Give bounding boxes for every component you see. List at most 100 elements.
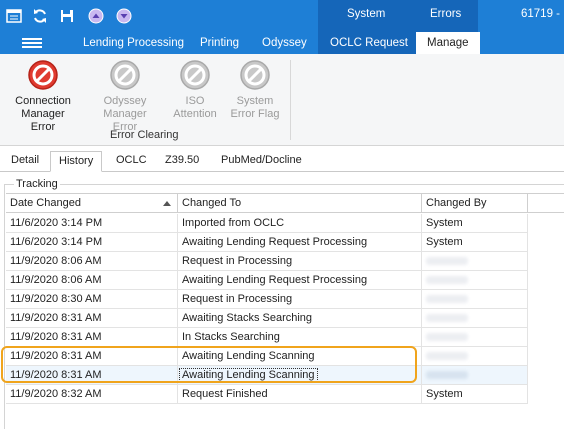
cancel-circle-icon: [109, 59, 141, 91]
cell-changed-to-text: Imported from OCLC: [182, 217, 285, 229]
cell-changed-to: Request in Processing: [178, 290, 422, 308]
tab-oclc-request[interactable]: OCLC Request: [330, 32, 408, 54]
table-row[interactable]: 11/9/2020 8:31 AM Awaiting Lending Scanni…: [6, 347, 528, 366]
cell-date-changed: 11/9/2020 8:31 AM: [6, 347, 178, 365]
ribbon-group-label: Error Clearing: [110, 129, 179, 141]
redacted-username: [426, 371, 468, 379]
button-label-line2: Error Flag: [230, 108, 280, 120]
detail-tabs: Detail History OCLC Z39.50 PubMed/Doclin…: [0, 148, 564, 172]
cell-date-changed: 11/9/2020 8:31 AM: [6, 366, 178, 384]
ribbon-tab-row: Lending Processing Printing Odyssey OCLC…: [0, 32, 564, 54]
cell-changed-to: Request in Processing: [178, 252, 422, 270]
cell-date-changed: 11/6/2020 3:14 PM: [6, 214, 178, 232]
cell-changed-by: System: [422, 214, 528, 232]
group-border: [4, 184, 564, 185]
tab-detail[interactable]: Detail: [3, 151, 47, 172]
cell-date-changed: 11/9/2020 8:06 AM: [6, 252, 178, 270]
cell-date-changed: 11/9/2020 8:31 AM: [6, 328, 178, 346]
save-icon[interactable]: [57, 6, 77, 26]
table-row[interactable]: 11/9/2020 8:32 AM Request Finished System: [6, 385, 528, 404]
button-label-line1: Odyssey: [103, 95, 147, 107]
table-row[interactable]: 11/6/2020 3:14 PM Awaiting Lending Reques…: [6, 233, 528, 252]
table-row[interactable]: 11/9/2020 8:31 AM In Stacks Searching: [6, 328, 528, 347]
tab-pubmed-docline[interactable]: PubMed/Docline: [213, 151, 310, 172]
cell-changed-to: Imported from OCLC: [178, 214, 422, 232]
table-row[interactable]: 11/6/2020 3:14 PM Imported from OCLC Syste…: [6, 214, 528, 233]
tab-printing[interactable]: Printing: [200, 32, 239, 54]
cell-changed-to: Awaiting Stacks Searching: [178, 309, 422, 327]
button-label-line1: ISO: [185, 95, 205, 107]
tracking-group-label: Tracking: [14, 178, 60, 190]
tab-odyssey[interactable]: Odyssey: [262, 32, 307, 54]
cell-date-changed: 11/9/2020 8:06 AM: [6, 271, 178, 289]
cell-date-changed: 11/9/2020 8:30 AM: [6, 290, 178, 308]
cell-changed-to-text: Request Finished: [182, 388, 268, 400]
table-row[interactable]: 11/9/2020 8:30 AM Request in Processing: [6, 290, 528, 309]
tab-manage[interactable]: Manage: [416, 32, 480, 54]
cell-changed-to-text: Request in Processing: [182, 255, 293, 267]
column-header-date-changed[interactable]: Date Changed: [6, 194, 178, 212]
cell-changed-by: [422, 252, 528, 270]
cell-changed-to: Awaiting Lending Request Processing: [178, 233, 422, 251]
title-bar: System Errors 61719 - L: [0, 0, 564, 32]
button-label-line1: Connection: [15, 95, 71, 107]
cell-changed-by: [422, 328, 528, 346]
cell-changed-by: [422, 271, 528, 289]
odyssey-manager-error-button[interactable]: Odyssey Manager Error: [90, 59, 160, 134]
table-row[interactable]: 11/9/2020 8:06 AM Request in Processing: [6, 252, 528, 271]
tab-z3950[interactable]: Z39.50: [157, 151, 207, 172]
cell-changed-by: [422, 366, 528, 384]
cell-changed-to: Awaiting Lending Scanning: [178, 366, 422, 384]
cell-changed-to: Awaiting Lending Request Processing: [178, 271, 422, 289]
redacted-username: [426, 276, 468, 284]
context-label-system: System: [347, 8, 386, 20]
cell-changed-to: Request Finished: [178, 385, 422, 403]
tab-oclc[interactable]: OCLC: [108, 151, 155, 172]
button-label-line1: System: [236, 95, 274, 107]
cancel-circle-icon: [179, 59, 211, 91]
no-entry-icon: [27, 59, 59, 91]
record-id: 61719 - L: [521, 8, 564, 20]
cell-changed-to-text: Awaiting Lending Scanning: [182, 350, 315, 362]
menu-icon[interactable]: [22, 38, 42, 48]
refresh-icon[interactable]: [30, 6, 50, 26]
sort-ascending-icon: [163, 201, 171, 206]
cell-date-changed: 11/9/2020 8:31 AM: [6, 309, 178, 327]
tab-history[interactable]: History: [50, 151, 103, 172]
column-header-label: Date Changed: [10, 197, 81, 209]
system-error-flag-button[interactable]: System Error Flag: [220, 59, 290, 121]
cell-date-changed: 11/6/2020 3:14 PM: [6, 233, 178, 251]
redacted-username: [426, 295, 468, 303]
cell-date-changed: 11/9/2020 8:32 AM: [6, 385, 178, 403]
table-row[interactable]: 11/9/2020 8:31 AM Awaiting Lending Scanni…: [6, 366, 528, 385]
circle-down-icon[interactable]: [114, 6, 134, 26]
redacted-username: [426, 333, 468, 341]
column-header-changed-by[interactable]: Changed By: [422, 194, 528, 212]
button-label-line2: Manager Error: [21, 108, 65, 133]
column-header-changed-to[interactable]: Changed To: [178, 194, 422, 212]
group-border-left: [4, 184, 5, 429]
cell-changed-by: [422, 290, 528, 308]
cell-changed-to-text: Awaiting Lending Scanning: [179, 368, 318, 382]
window-icon[interactable]: [4, 6, 24, 26]
cell-changed-to-text: Awaiting Stacks Searching: [182, 312, 313, 324]
connection-manager-error-button[interactable]: Connection Manager Error: [8, 59, 78, 134]
cell-changed-by: System: [422, 385, 528, 403]
redacted-username: [426, 352, 468, 360]
tab-lending-processing[interactable]: Lending Processing: [83, 32, 184, 54]
table-row[interactable]: 11/9/2020 8:31 AM Awaiting Stacks Searchi…: [6, 309, 528, 328]
ribbon-separator: [290, 60, 291, 140]
ribbon: Connection Manager Error Odyssey Manager E…: [0, 54, 564, 146]
cell-changed-to-text: Awaiting Lending Request Processing: [182, 274, 368, 286]
cell-changed-to-text: In Stacks Searching: [182, 331, 280, 343]
circle-up-icon[interactable]: [86, 6, 106, 26]
cell-changed-by: [422, 309, 528, 327]
redacted-username: [426, 257, 468, 265]
cell-changed-to-text: Request in Processing: [182, 293, 293, 305]
context-label-errors: Errors: [430, 8, 462, 20]
cell-changed-to: Awaiting Lending Scanning: [178, 347, 422, 365]
grid-header: Date Changed Changed To Changed By: [6, 193, 564, 213]
redacted-username: [426, 314, 468, 322]
table-row[interactable]: 11/9/2020 8:06 AM Awaiting Lending Reques…: [6, 271, 528, 290]
cell-changed-to-text: Awaiting Lending Request Processing: [182, 236, 368, 248]
